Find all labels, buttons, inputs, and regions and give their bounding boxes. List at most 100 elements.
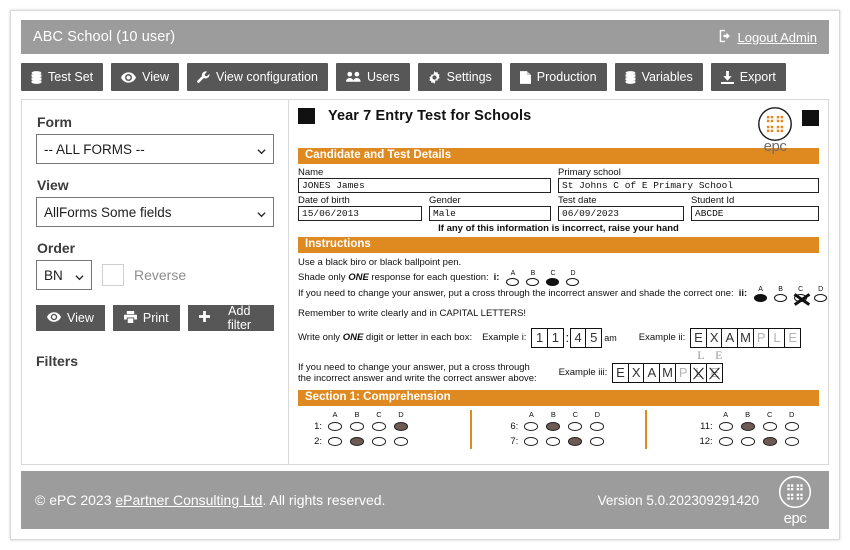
page-title: ABC School (10 user): [33, 29, 176, 45]
users-icon: [345, 71, 361, 83]
answer-cell: [346, 422, 368, 431]
field-test-date: Test date 06/09/2023: [558, 195, 684, 221]
form-select[interactable]: -- ALL FORMS --: [36, 134, 274, 164]
document-preview-pane[interactable]: Year 7 Entry Test for Schools epc Candid…: [289, 99, 829, 465]
view-label: View: [37, 177, 69, 193]
printer-icon: [123, 310, 137, 326]
field-date-of-birth: Date of birth 15/06/2013: [298, 195, 422, 221]
form-select-value: -- ALL FORMS --: [44, 141, 145, 157]
time-suffix: am: [604, 333, 617, 343]
field-label: Primary school: [558, 167, 621, 178]
question-number: 12:: [699, 436, 713, 447]
letter-box: E: [784, 328, 802, 348]
question-number: 1:: [314, 421, 322, 432]
answer-cell: [324, 422, 346, 431]
instruction-text: Shade only ONE response for each questio…: [298, 271, 489, 285]
view-select[interactable]: AllForms Some fields: [36, 197, 274, 227]
bubble-letter: D: [570, 270, 576, 277]
column-header: A: [332, 410, 338, 419]
toolbar-button-view[interactable]: View: [111, 63, 180, 91]
toolbar-button-test-set[interactable]: Test Set: [21, 63, 104, 91]
answer-cell: [781, 437, 803, 446]
answer-cell: [390, 422, 412, 431]
reverse-label: Reverse: [134, 267, 187, 283]
answer-cell: [586, 422, 608, 431]
toolbar-button-label: Production: [536, 70, 597, 84]
answer-bubble-filled: [546, 278, 560, 286]
toolbar-button-variables[interactable]: Variables: [614, 63, 703, 91]
toolbar-button-production[interactable]: Production: [509, 63, 607, 91]
column-header: C: [572, 410, 579, 419]
instruction-text-b: the incorrect answer and write the corre…: [298, 373, 537, 384]
logout-link[interactable]: Logout Admin: [718, 29, 817, 46]
eye-icon: [121, 71, 137, 83]
letter-box: M: [737, 328, 755, 348]
toolbar-button-users[interactable]: Users: [335, 63, 410, 91]
field-value: ABCDE: [691, 206, 819, 221]
registration-mark-right: [802, 110, 819, 126]
toolbar-button-export[interactable]: Export: [710, 63, 786, 91]
column-header: D: [398, 410, 404, 419]
copyright-suffix: . All rights reserved.: [262, 492, 386, 508]
bubble-b: B: [526, 270, 540, 286]
file-icon: [519, 70, 531, 84]
answer-row: 12:: [689, 434, 819, 449]
question-number: 6:: [510, 421, 519, 432]
logout-label: Logout Admin: [737, 29, 817, 45]
print-button-label: Print: [142, 311, 169, 325]
question-number: 7:: [510, 436, 519, 447]
answer-cell: [542, 437, 564, 446]
instruction-text-b: digit or letter in each box:: [363, 332, 473, 343]
answer-cell: [368, 437, 390, 446]
content-area: Form -- ALL FORMS -- View AllForms Some …: [21, 99, 829, 465]
answer-cell: [324, 437, 346, 446]
answer-row: 11:: [689, 419, 819, 434]
letter-box: 4: [569, 328, 587, 348]
document-title: Year 7 Entry Test for Schools: [328, 108, 532, 124]
column-header: A: [528, 410, 534, 419]
field-label: Name: [298, 167, 324, 178]
section-band-instructions: Instructions: [298, 237, 819, 253]
company-link[interactable]: ePartner Consulting Ltd: [115, 492, 262, 508]
print-button[interactable]: Print: [112, 305, 180, 331]
answer-cell: [390, 437, 412, 446]
answer-cell: [346, 437, 368, 446]
example-i-label: Example i:: [482, 332, 527, 343]
field-primary-school: Primary school St Johns C of E Primary S…: [558, 167, 819, 193]
footer-right: Version 5.0.202309291420 epc: [598, 475, 815, 526]
toolbar-button-label: Test Set: [48, 70, 94, 84]
add-filter-button[interactable]: Add filter: [187, 304, 274, 332]
letter-box: 1: [546, 328, 564, 348]
reverse-checkbox[interactable]: [102, 264, 124, 286]
letter-box: M: [659, 363, 677, 383]
field-label: Student Id: [691, 195, 735, 206]
instruction-text-a: If you need to change your answer, put a…: [298, 362, 530, 373]
letter-box: P: [752, 328, 770, 348]
letter-box: E: [611, 363, 629, 383]
toolbar-button-view-configuration[interactable]: View configuration: [187, 63, 328, 91]
footer-epc-logo-mark: [775, 475, 815, 514]
instruction-line-4: Remember to write clearly and in CAPITAL…: [298, 307, 819, 321]
view-button-label: View: [67, 311, 94, 325]
letter-box-crossed: E: [706, 363, 724, 383]
answer-cell: [781, 422, 803, 431]
answer-row: 2:: [304, 434, 470, 449]
copyright-text: © ePC 2023 ePartner Consulting Ltd. All …: [35, 492, 385, 508]
order-select[interactable]: BN: [36, 260, 92, 290]
letter-box: X: [705, 328, 723, 348]
chevron-down-icon: [257, 207, 266, 218]
view-button[interactable]: View: [36, 305, 105, 331]
chevron-down-icon: [257, 144, 266, 155]
example-i-boxes: 1 1 : 4 5 am: [531, 328, 617, 348]
field-student-id: Student Id ABCDE: [691, 195, 819, 221]
toolbar-button-settings[interactable]: Settings: [417, 63, 502, 91]
answer-cell: [564, 422, 586, 431]
top-header-bar: ABC School (10 user) Logout Admin: [21, 20, 829, 54]
answer-bubble: [774, 294, 788, 302]
download-icon: [720, 70, 734, 84]
letter-box: 1: [531, 328, 549, 348]
filter-sidebar: Form -- ALL FORMS -- View AllForms Some …: [21, 99, 289, 465]
toolbar-button-label: Settings: [446, 70, 492, 84]
bubble-a: A: [506, 270, 520, 286]
letter-box: X: [627, 363, 645, 383]
